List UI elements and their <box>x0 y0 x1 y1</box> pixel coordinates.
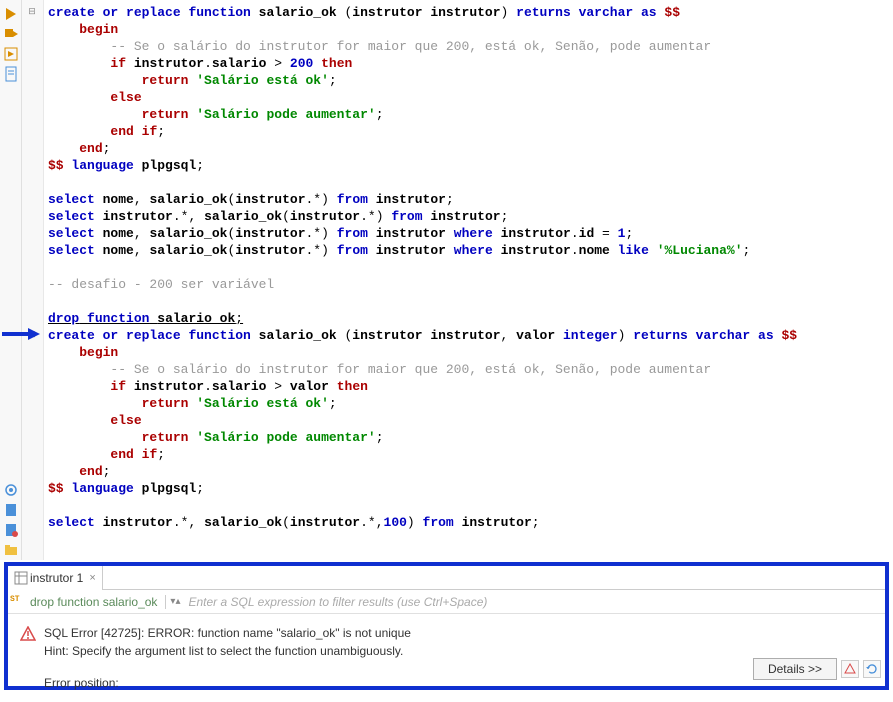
error-position-label: Error position: <box>44 674 411 692</box>
code-line[interactable]: begin <box>48 344 893 361</box>
code-line[interactable] <box>48 174 893 191</box>
code-line[interactable]: $$ language plpgsql; <box>48 480 893 497</box>
error-icon <box>20 626 36 645</box>
error-line-1: SQL Error [42725]: ERROR: function name … <box>44 624 411 642</box>
code-line[interactable]: return 'Salário pode aumentar'; <box>48 429 893 446</box>
code-line[interactable]: return 'Salário está ok'; <box>48 395 893 412</box>
sql-editor[interactable]: ⊟⊟ create or replace function salario_ok… <box>22 0 893 560</box>
code-line[interactable]: create or replace function salario_ok (i… <box>48 4 893 21</box>
run-icon[interactable] <box>3 6 19 22</box>
refresh-icon[interactable] <box>863 660 881 678</box>
error-line-2: Hint: Specify the argument list to selec… <box>44 642 411 660</box>
explain-icon[interactable] <box>3 66 19 82</box>
warning-icon[interactable] <box>841 660 859 678</box>
code-line[interactable]: create or replace function salario_ok (i… <box>48 327 893 344</box>
code-line[interactable]: -- Se o salário do instrutor for maior q… <box>48 361 893 378</box>
code-line[interactable]: end if; <box>48 123 893 140</box>
filter-toggle-icon[interactable]: ▾▴ <box>170 596 180 608</box>
code-line[interactable]: select nome, salario_ok(instrutor.*) fro… <box>48 242 893 259</box>
close-icon[interactable]: × <box>89 572 95 584</box>
details-button[interactable]: Details >> <box>753 658 837 680</box>
code-content[interactable]: create or replace function salario_ok (i… <box>48 0 893 531</box>
code-line[interactable]: return 'Salário está ok'; <box>48 72 893 89</box>
execute-icon[interactable] <box>3 26 19 42</box>
code-line[interactable]: drop function salario_ok; <box>48 310 893 327</box>
code-line[interactable]: else <box>48 89 893 106</box>
code-line[interactable] <box>48 497 893 514</box>
code-line[interactable]: select nome, salario_ok(instrutor.*) fro… <box>48 191 893 208</box>
filter-input-placeholder[interactable]: Enter a SQL expression to filter results… <box>188 595 487 609</box>
code-line[interactable] <box>48 259 893 276</box>
editor-left-toolbar <box>0 0 22 560</box>
code-line[interactable]: else <box>48 412 893 429</box>
code-line[interactable]: select instrutor.*, salario_ok(instrutor… <box>48 208 893 225</box>
result-tab-instrutor[interactable]: instrutor 1 × <box>8 566 103 590</box>
results-panel: instrutor 1 × ST drop function salario_o… <box>4 562 889 690</box>
code-line[interactable]: begin <box>48 21 893 38</box>
executed-sql-text: drop function salario_ok <box>30 595 166 609</box>
code-line[interactable]: -- Se o salário do instrutor for maior q… <box>48 38 893 55</box>
editor-gutter: ⊟⊟ <box>22 0 44 560</box>
fold-marker[interactable]: ⊟ <box>27 7 37 17</box>
code-line[interactable]: $$ language plpgsql; <box>48 157 893 174</box>
code-line[interactable]: -- desafio - 200 ser variável <box>48 276 893 293</box>
table-icon <box>14 571 28 585</box>
code-line[interactable]: if instrutor.salario > valor then <box>48 378 893 395</box>
script-icon[interactable] <box>3 46 19 62</box>
code-line[interactable]: end; <box>48 140 893 157</box>
results-tab-bar: instrutor 1 × <box>8 566 885 590</box>
sql-expression-bar: ST drop function salario_ok ▾▴ Enter a S… <box>8 590 885 614</box>
sql-badge-icon: ST <box>10 595 24 609</box>
code-line[interactable]: return 'Salário pode aumentar'; <box>48 106 893 123</box>
code-line[interactable] <box>48 293 893 310</box>
code-line[interactable]: if instrutor.salario > 200 then <box>48 55 893 72</box>
settings-icon[interactable] <box>3 482 19 498</box>
code-line[interactable]: end if; <box>48 446 893 463</box>
current-line-arrow <box>2 327 40 341</box>
result-tab-label: instrutor 1 <box>30 571 83 585</box>
page-icon[interactable] <box>3 502 19 518</box>
open-folder-icon[interactable] <box>3 542 19 558</box>
code-line[interactable]: end; <box>48 463 893 480</box>
code-line[interactable]: select nome, salario_ok(instrutor.*) fro… <box>48 225 893 242</box>
page-red-icon[interactable] <box>3 522 19 538</box>
code-line[interactable]: select instrutor.*, salario_ok(instrutor… <box>48 514 893 531</box>
